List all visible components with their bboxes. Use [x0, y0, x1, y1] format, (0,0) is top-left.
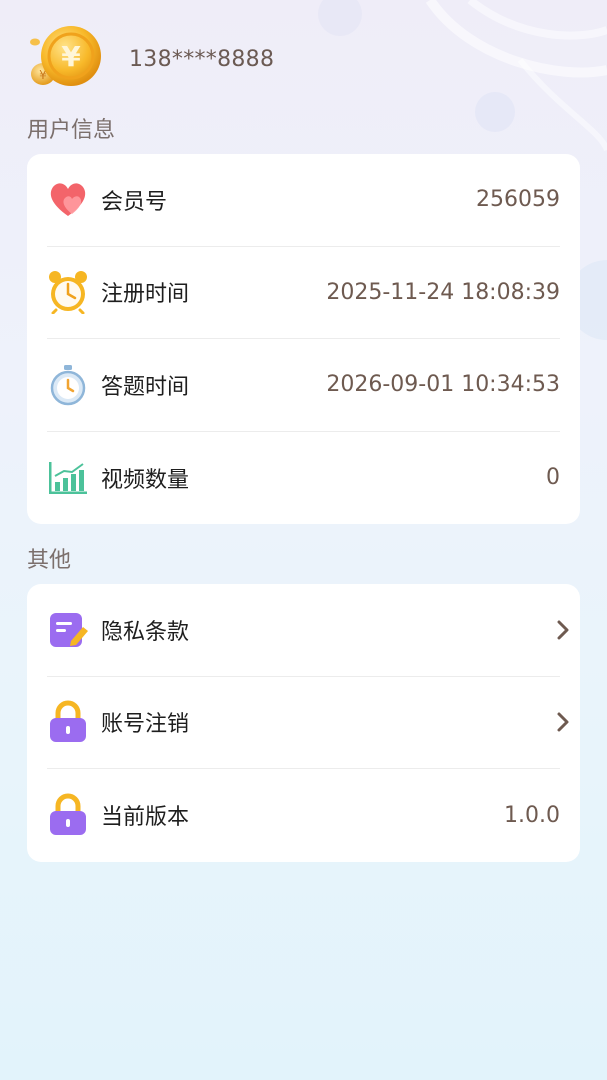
document-edit-icon [47, 609, 89, 651]
current-version-label: 当前版本 [101, 805, 190, 831]
user-header: ¥ ¥ 138****8888 [27, 24, 274, 94]
account-deletion-label: 账号注销 [101, 712, 190, 738]
current-version-value: 1.0.0 [504, 802, 560, 828]
row-video-count: 视频数量 0 [47, 432, 560, 525]
row-register-time: 注册时间 2025-11-24 18:08:39 [47, 247, 560, 339]
video-count-label: 视频数量 [101, 467, 190, 493]
privacy-policy-label: 隐私条款 [101, 619, 190, 645]
alarm-clock-icon [47, 271, 89, 315]
chevron-right-icon [550, 710, 570, 734]
row-member-id: 会员号 256059 [47, 154, 560, 247]
user-phone: 138****8888 [129, 46, 275, 72]
member-id-label: 会员号 [101, 189, 168, 215]
svg-text:¥: ¥ [61, 40, 81, 73]
row-account-deletion[interactable]: 账号注销 [47, 677, 569, 769]
answer-time-label: 答题时间 [101, 374, 190, 400]
register-time-label: 注册时间 [101, 282, 190, 308]
section-title-other: 其他 [27, 548, 72, 573]
register-time-value: 2025-11-24 18:08:39 [326, 279, 560, 305]
gold-coin-icon: ¥ ¥ [27, 24, 103, 94]
row-current-version: 当前版本 1.0.0 [47, 769, 560, 862]
video-count-value: 0 [546, 465, 560, 491]
heart-icon [47, 179, 89, 221]
stopwatch-icon [47, 364, 89, 406]
user-info-card: 会员号 256059 注册时间 2025-11-24 18:08:39 答题时间… [27, 154, 580, 524]
bar-chart-icon [47, 457, 89, 499]
section-title-user-info: 用户信息 [27, 118, 116, 143]
member-id-value: 256059 [476, 187, 560, 213]
row-answer-time: 答题时间 2026-09-01 10:34:53 [47, 339, 560, 432]
chevron-right-icon [550, 618, 570, 642]
answer-time-value: 2026-09-01 10:34:53 [326, 372, 560, 398]
other-card: 隐私条款 账号注销 当前版本 1.0.0 [27, 584, 580, 862]
row-privacy-policy[interactable]: 隐私条款 [47, 584, 569, 677]
lock-icon [47, 793, 89, 836]
lock-icon [47, 700, 89, 743]
